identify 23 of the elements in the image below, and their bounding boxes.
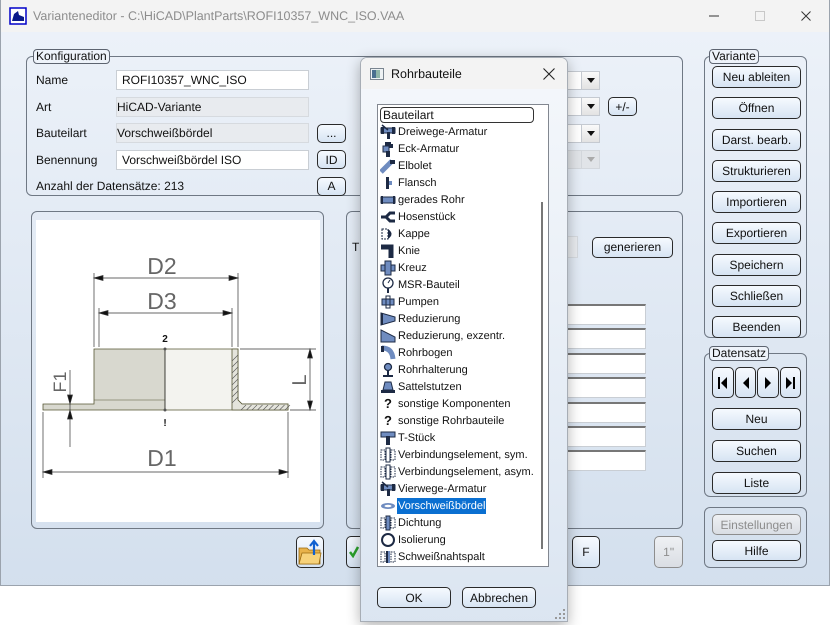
question-mark-icon: ? xyxy=(380,413,396,428)
group-title: Datensatz xyxy=(709,346,770,361)
dimension-label: L xyxy=(289,374,311,386)
field-label: T xyxy=(352,240,360,254)
list-header: Bauteilart xyxy=(380,107,534,123)
group-title: Konfiguration xyxy=(33,49,110,64)
readonly-field: Vorschweißbördel xyxy=(116,123,309,144)
dimension-label: F1 xyxy=(50,372,70,392)
window-title: Varianteneditor - C:\HiCAD\PlantParts\ROFI10357_WNC_ISO.VAA xyxy=(33,9,404,23)
field-label: Art xyxy=(36,100,52,114)
record-count: Anzahl der Datensätze: 213 xyxy=(36,179,186,194)
dimension-label: D3 xyxy=(147,288,177,314)
field-label: Bauteilart xyxy=(36,126,88,140)
dialog-title: Rohrbauteile xyxy=(391,66,462,80)
readonly-field: HiCAD-Variante xyxy=(116,96,309,117)
question-mark-icon: ? xyxy=(380,396,396,411)
dimension-label: D2 xyxy=(147,253,177,279)
point-label: ! xyxy=(163,418,167,429)
group-title: Variante xyxy=(709,49,759,64)
field-label: Name xyxy=(36,73,70,88)
field-label: Benennung xyxy=(36,152,98,167)
dimension-label: D1 xyxy=(147,445,177,471)
point-label: 2 xyxy=(162,334,168,345)
